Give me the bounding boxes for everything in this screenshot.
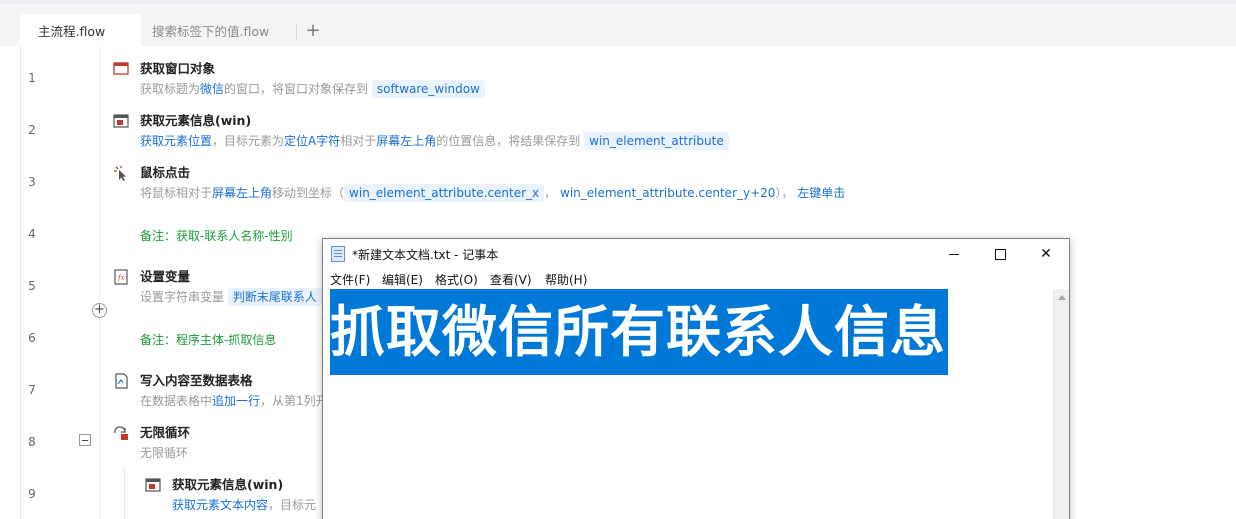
- line-number: 9: [28, 487, 36, 501]
- notepad-title: *新建文本文档.txt - 记事本: [352, 248, 499, 262]
- line-number: 5: [28, 279, 36, 293]
- variable-chip[interactable]: software_window: [371, 80, 485, 98]
- line-number: 8: [28, 435, 36, 449]
- param-link[interactable]: 屏幕左上角: [212, 186, 272, 200]
- data-table-icon: [112, 373, 130, 389]
- line-number: 4: [28, 227, 36, 241]
- step-title: 鼠标点击: [140, 165, 191, 180]
- tab-bar: 主流程.flow 搜索标签下的值.flow +: [0, 0, 1236, 50]
- menu-edit[interactable]: 编辑(E): [382, 271, 423, 288]
- step-title: 获取元素信息(win): [140, 113, 252, 128]
- menu-help[interactable]: 帮助(H): [545, 271, 587, 288]
- line-number: 7: [28, 383, 36, 397]
- window-icon: [112, 61, 130, 77]
- line-number: 1: [28, 71, 36, 85]
- step-description: 设置字符串变量 判断末尾联系人: [140, 288, 322, 306]
- menu-format[interactable]: 格式(O): [435, 271, 478, 288]
- line-number: 3: [28, 175, 36, 189]
- menu-file[interactable]: 文件(F): [330, 271, 370, 288]
- notepad-app-icon: [331, 246, 345, 262]
- tab-search-flow[interactable]: 搜索标签下的值.flow: [134, 14, 287, 50]
- step-description: 在数据表格中追加一行，从第1列开: [140, 394, 328, 408]
- step-title: 写入内容至数据表格: [140, 373, 253, 388]
- selected-text[interactable]: 抓取微信所有联系人信息: [330, 289, 949, 375]
- element-info-icon: [144, 477, 162, 493]
- svg-text:fx: fx: [117, 274, 125, 282]
- close-button[interactable]: ✕: [1023, 239, 1069, 269]
- step-description: 获取元素文本内容，目标元: [172, 498, 317, 512]
- step-title: 获取元素信息(win): [172, 477, 284, 492]
- param-link[interactable]: 获取元素位置: [140, 134, 212, 148]
- param-link[interactable]: win_element_attribute.center_y+20: [560, 186, 775, 200]
- param-link[interactable]: 微信: [200, 82, 224, 96]
- notepad-titlebar[interactable]: *新建文本文档.txt - 记事本 ✕: [323, 239, 1069, 269]
- variable-chip[interactable]: win_element_attribute: [584, 132, 729, 150]
- param-link[interactable]: 屏幕左上角: [376, 134, 436, 148]
- line-number: 6: [28, 331, 36, 345]
- param-link[interactable]: 追加一行: [212, 394, 260, 408]
- collapse-button[interactable]: [79, 434, 91, 446]
- maximize-button[interactable]: [977, 239, 1023, 269]
- step-title: 获取窗口对象: [140, 61, 216, 76]
- minimize-button[interactable]: [931, 239, 977, 269]
- mouse-click-icon: [112, 165, 130, 181]
- variable-icon: fx: [112, 269, 130, 285]
- param-link[interactable]: 左键单击: [797, 186, 845, 200]
- param-link[interactable]: 获取元素文本内容: [172, 498, 268, 512]
- variable-chip[interactable]: win_element_attribute.center_x: [344, 184, 545, 202]
- tab-divider: [296, 24, 297, 40]
- variable-chip[interactable]: 判断末尾联系人: [227, 288, 322, 306]
- element-info-icon: [112, 113, 130, 129]
- step-description: 无限循环: [140, 446, 189, 460]
- step-title: 设置变量: [140, 269, 191, 284]
- notepad-window[interactable]: *新建文本文档.txt - 记事本 ✕ 文件(F) 编辑(E) 格式(O) 查看…: [322, 238, 1070, 519]
- line-number: 2: [28, 123, 36, 137]
- param-link[interactable]: 定位A字符: [284, 134, 340, 148]
- add-tab-button[interactable]: +: [304, 19, 322, 43]
- comment-step[interactable]: 备注：程序主体-抓取信息: [140, 331, 276, 348]
- gutter-divider: [99, 46, 100, 519]
- notepad-menubar: 文件(F) 编辑(E) 格式(O) 查看(V) 帮助(H): [323, 269, 1069, 289]
- insert-step-button[interactable]: +: [92, 303, 107, 318]
- comment-step[interactable]: 备注：获取-联系人名称-性别: [140, 227, 293, 244]
- step-description: 将鼠标相对于屏幕左上角移动到坐标（ win_element_attribute.c…: [140, 184, 846, 202]
- loop-icon: [112, 425, 130, 441]
- loop-scope-line: [124, 466, 125, 519]
- flow-editor: { "tabs": [ {"label": "主流程.flow"}, {"lab…: [0, 0, 1236, 519]
- step-description: 获取标题为微信的窗口，将窗口对象保存到 software_window: [140, 80, 485, 98]
- step-description: 获取元素位置，目标元素为定位A字符相对于屏幕左上角的位置信息，将结果保存到 wi…: [140, 132, 729, 150]
- step-title: 无限循环: [140, 425, 191, 440]
- tab-main-flow[interactable]: 主流程.flow: [20, 14, 141, 50]
- vertical-scrollbar[interactable]: [1053, 289, 1069, 519]
- notepad-text-area[interactable]: 抓取微信所有联系人信息: [330, 289, 1054, 519]
- menu-view[interactable]: 查看(V): [490, 271, 532, 288]
